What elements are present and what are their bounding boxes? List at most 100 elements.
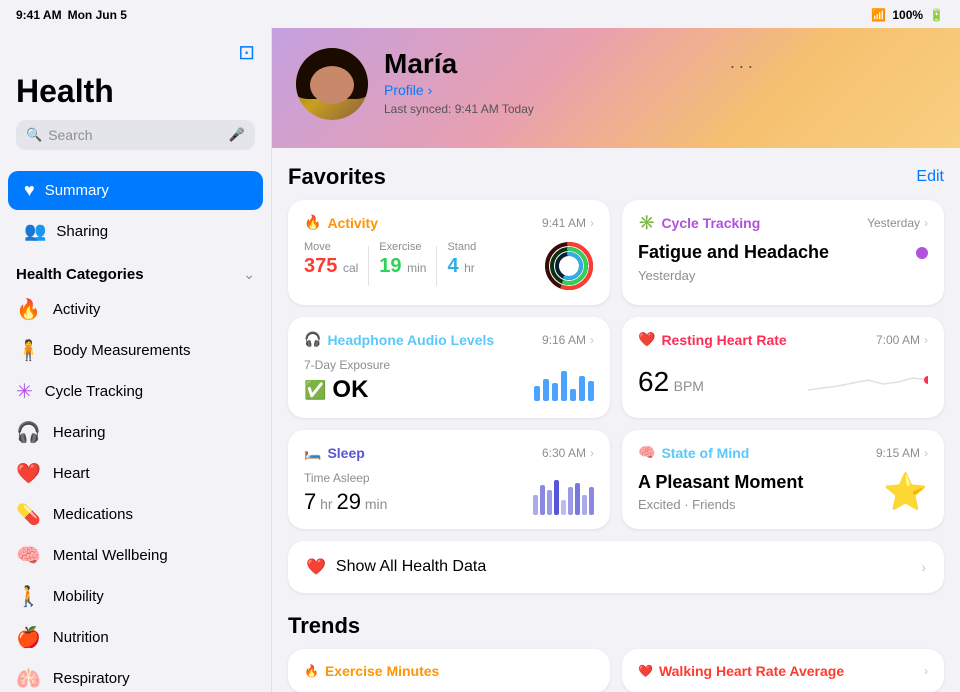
headphone-title-row: 🎧 Headphone Audio Levels bbox=[304, 331, 494, 348]
edit-button[interactable]: Edit bbox=[916, 168, 944, 186]
headphone-audio-card[interactable]: 🎧 Headphone Audio Levels 9:16 AM › 7-Day… bbox=[288, 317, 610, 418]
sidebar: ⊡ Health 🔍 Search 🎤 ♥ Summary 👥 Sharing … bbox=[0, 28, 272, 692]
sidebar-item-medications[interactable]: 💊 Medications bbox=[0, 494, 271, 535]
show-all-heart-icon: ❤️ bbox=[306, 557, 326, 577]
cycle-content: Fatigue and Headache Yesterday bbox=[638, 241, 928, 283]
sidebar-item-mobility[interactable]: 🚶 Mobility bbox=[0, 576, 271, 617]
wifi-icon: 📶 bbox=[871, 8, 886, 22]
status-time: 9:41 AM bbox=[16, 8, 62, 22]
cycle-date: Yesterday bbox=[638, 268, 829, 283]
mic-icon[interactable]: 🎤 bbox=[229, 127, 245, 143]
sidebar-item-cycle-tracking[interactable]: ✳ Cycle Tracking bbox=[0, 371, 271, 412]
mind-text: A Pleasant Moment Excited · Friends bbox=[638, 472, 803, 512]
exposure-label: 7-Day Exposure bbox=[304, 358, 390, 372]
sleep-card-icon: 🛏️ bbox=[304, 444, 321, 461]
bar-7 bbox=[588, 381, 594, 401]
app-title: Health bbox=[16, 73, 255, 110]
scroll-content: Favorites Edit 🔥 Activity 9:41 AM › bbox=[272, 148, 960, 692]
trends-section: Trends 🔥 Exercise Minutes ❤️ Walking Hea… bbox=[288, 613, 944, 692]
heart-icon: ♥ bbox=[24, 180, 35, 201]
bar-3 bbox=[552, 383, 558, 401]
sleep-bar-1 bbox=[533, 495, 538, 515]
trend-heart-title: Walking Heart Rate Average bbox=[659, 663, 844, 679]
sidebar-toggle-icon[interactable]: ⊡ bbox=[238, 40, 255, 65]
mind-description: Excited · Friends bbox=[638, 497, 803, 512]
avatar-face bbox=[310, 66, 354, 104]
health-categories-title: Health Categories bbox=[16, 266, 144, 283]
activity-card-icon: 🔥 bbox=[304, 214, 321, 231]
search-bar[interactable]: 🔍 Search 🎤 bbox=[16, 120, 255, 150]
state-of-mind-card[interactable]: 🧠 State of Mind 9:15 AM › A Pleasant Mom… bbox=[622, 430, 944, 529]
three-dots-menu[interactable]: ··· bbox=[550, 48, 936, 85]
sleep-card[interactable]: 🛏️ Sleep 6:30 AM › Time Asleep 7 hr 29 bbox=[288, 430, 610, 529]
bar-5 bbox=[570, 389, 576, 401]
sleep-time-container: Time Asleep 7 hr 29 min bbox=[304, 471, 387, 515]
mini-bars bbox=[534, 361, 594, 401]
respiratory-icon: 🫁 bbox=[16, 666, 41, 691]
bar-2 bbox=[543, 379, 549, 401]
mind-moment: A Pleasant Moment bbox=[638, 472, 803, 493]
activity-card-header: 🔥 Activity 9:41 AM › bbox=[304, 214, 594, 231]
medications-icon: 💊 bbox=[16, 502, 41, 527]
sidebar-item-heart[interactable]: ❤️ Heart bbox=[0, 453, 271, 494]
mind-card-icon: 🧠 bbox=[638, 444, 655, 461]
show-all-chevron-icon: › bbox=[921, 559, 926, 575]
sleep-bar-6 bbox=[568, 487, 573, 515]
exercise-metric: Exercise 19 min bbox=[379, 241, 426, 278]
headphone-left: 7-Day Exposure ✅ OK bbox=[304, 358, 390, 404]
mental-icon: 🧠 bbox=[16, 543, 41, 568]
profile-sync: Last synced: 9:41 AM Today bbox=[384, 102, 534, 116]
chevron-down-icon[interactable]: ⌄ bbox=[243, 266, 255, 283]
bar-6 bbox=[579, 376, 585, 401]
sidebar-item-body-measurements[interactable]: 🧍 Body Measurements bbox=[0, 330, 271, 371]
stand-metric: Stand 4 hr bbox=[447, 241, 476, 278]
trend-chevron-icon: › bbox=[924, 664, 928, 678]
sidebar-item-respiratory[interactable]: 🫁 Respiratory bbox=[0, 658, 271, 692]
headphone-card-time: 9:16 AM bbox=[542, 333, 586, 347]
heart-rate-card-header: ❤️ Resting Heart Rate 7:00 AM › bbox=[638, 331, 928, 348]
battery-label: 100% bbox=[892, 8, 923, 22]
heart-rate-title-row: ❤️ Resting Heart Rate bbox=[638, 331, 787, 348]
headphone-card-title: Headphone Audio Levels bbox=[327, 332, 494, 348]
cycle-card-header: ✳️ Cycle Tracking Yesterday › bbox=[638, 214, 928, 231]
cycle-card-title: Cycle Tracking bbox=[661, 215, 760, 231]
status-bar: 9:41 AM Mon Jun 5 📶 100% 🔋 bbox=[0, 0, 960, 28]
sidebar-item-hearing[interactable]: 🎧 Hearing bbox=[0, 412, 271, 453]
sidebar-item-summary[interactable]: ♥ Summary bbox=[8, 171, 263, 210]
resting-heart-rate-card[interactable]: ❤️ Resting Heart Rate 7:00 AM › 62 BPM bbox=[622, 317, 944, 418]
cycle-title-row: ✳️ Cycle Tracking bbox=[638, 214, 760, 231]
mind-card-title: State of Mind bbox=[661, 445, 749, 461]
sleep-time: 7 hr 29 min bbox=[304, 489, 387, 514]
mobility-icon: 🚶 bbox=[16, 584, 41, 609]
hearing-icon: 🎧 bbox=[16, 420, 41, 445]
profile-link[interactable]: Profile › bbox=[384, 82, 534, 98]
heart-cat-icon: ❤️ bbox=[16, 461, 41, 486]
show-all-row[interactable]: ❤️ Show All Health Data › bbox=[288, 541, 944, 593]
metric-divider-1 bbox=[368, 246, 369, 286]
trend-card-walking-heart[interactable]: ❤️ Walking Heart Rate Average › bbox=[622, 649, 944, 692]
sidebar-item-sharing[interactable]: 👥 Sharing bbox=[8, 212, 263, 251]
sleep-label: Time Asleep bbox=[304, 471, 387, 485]
app-container: ⊡ Health 🔍 Search 🎤 ♥ Summary 👥 Sharing … bbox=[0, 28, 960, 692]
activity-card-time: 9:41 AM bbox=[542, 216, 586, 230]
nutrition-icon: 🍎 bbox=[16, 625, 41, 650]
heart-rate-card-time: 7:00 AM bbox=[876, 333, 920, 347]
heart-rate-card-icon: ❤️ bbox=[638, 331, 655, 348]
sleep-bar-2 bbox=[540, 485, 545, 515]
cycle-card-chevron: › bbox=[924, 216, 928, 230]
trends-title: Trends bbox=[288, 613, 944, 639]
activity-card[interactable]: 🔥 Activity 9:41 AM › Move 375 bbox=[288, 200, 610, 305]
profile-name: María bbox=[384, 48, 534, 80]
sleep-bar-3 bbox=[547, 490, 552, 515]
cycle-symptom: Fatigue and Headache bbox=[638, 241, 829, 264]
search-placeholder: Search bbox=[48, 127, 223, 143]
sidebar-item-nutrition[interactable]: 🍎 Nutrition bbox=[0, 617, 271, 658]
status-day: Mon Jun 5 bbox=[68, 8, 127, 22]
sidebar-item-activity[interactable]: 🔥 Activity bbox=[0, 289, 271, 330]
mind-card-time: 9:15 AM bbox=[876, 446, 920, 460]
trend-card-exercise[interactable]: 🔥 Exercise Minutes bbox=[288, 649, 610, 692]
cycle-tracking-card[interactable]: ✳️ Cycle Tracking Yesterday › Fatigue an… bbox=[622, 200, 944, 305]
avatar bbox=[296, 48, 368, 120]
activity-card-chevron: › bbox=[590, 216, 594, 230]
sidebar-item-mental-wellbeing[interactable]: 🧠 Mental Wellbeing bbox=[0, 535, 271, 576]
